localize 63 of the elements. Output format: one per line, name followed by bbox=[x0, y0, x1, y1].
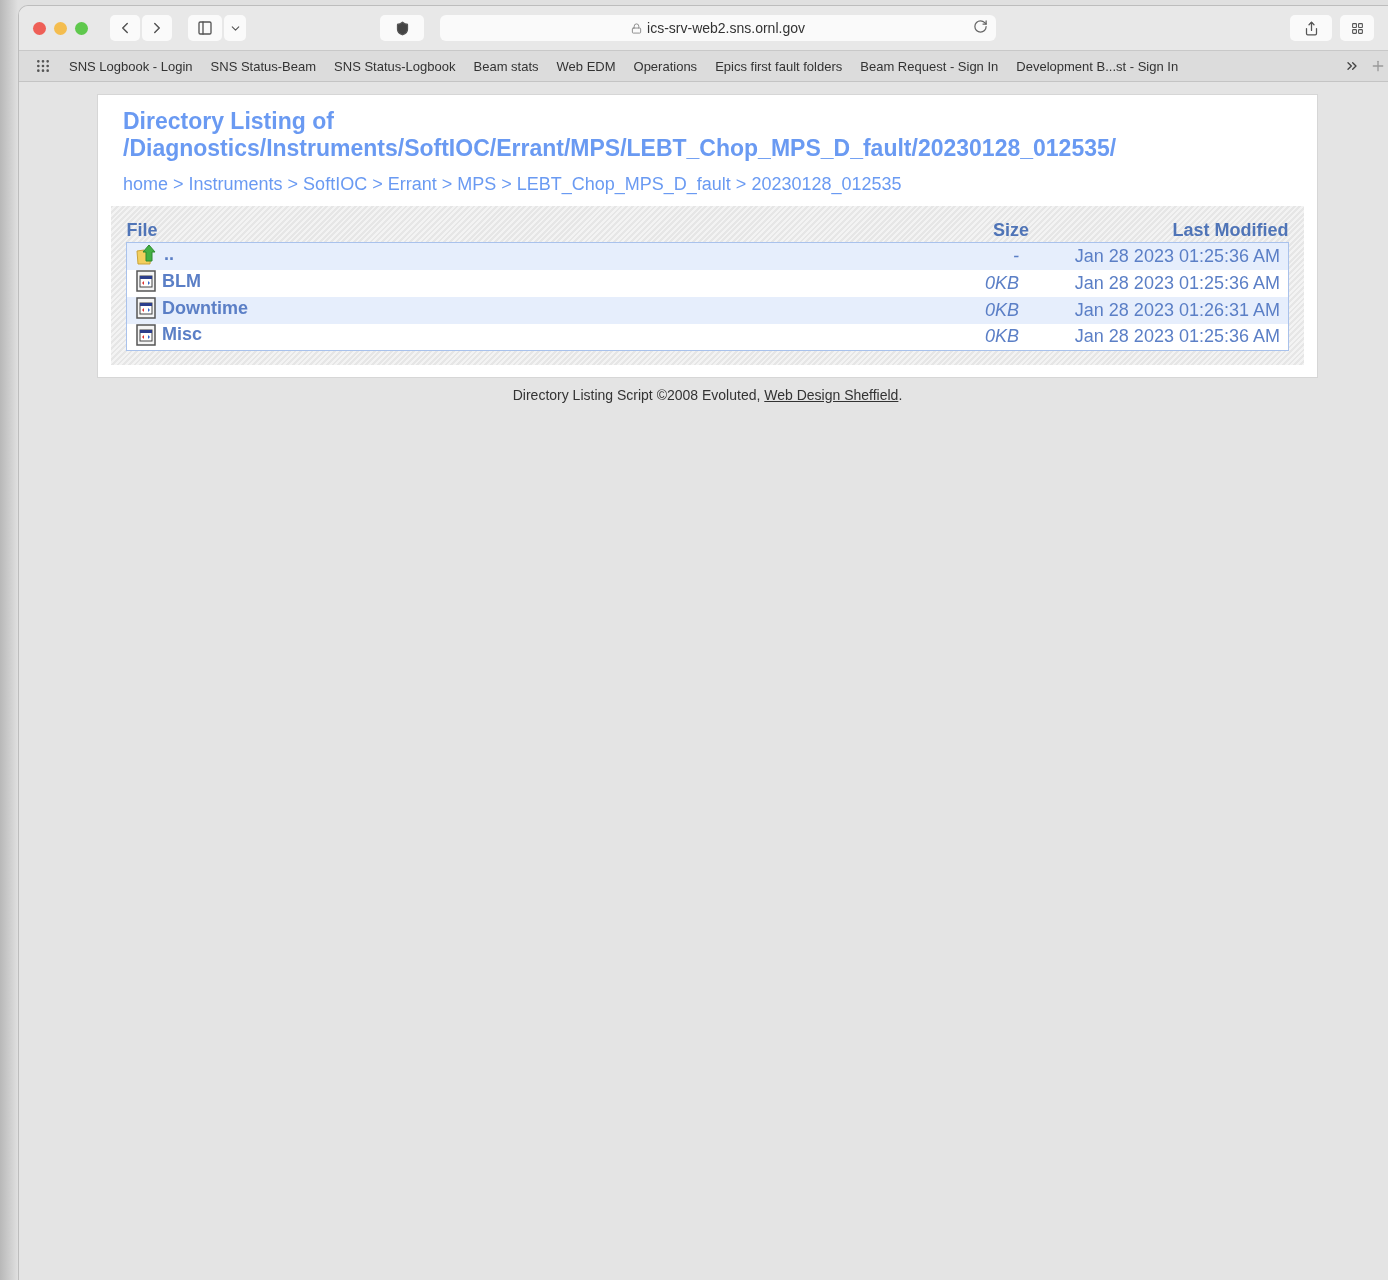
date-cell: Jan 28 2023 01:25:36 AM bbox=[1029, 242, 1289, 270]
breadcrumb-separator: > bbox=[287, 174, 299, 195]
address-bar[interactable]: ics-srv-web2.sns.ornl.gov bbox=[440, 15, 996, 41]
date-cell: Jan 28 2023 01:25:36 AM bbox=[1029, 323, 1289, 351]
column-header: Size bbox=[898, 220, 1029, 243]
bookmark-link[interactable]: Development B...st - Sign In bbox=[1016, 58, 1179, 74]
breadcrumb-separator: > bbox=[501, 174, 512, 195]
file-row[interactable]: Downtime 0KB Jan 28 2023 01:26:31 AM bbox=[126, 296, 1289, 324]
breadcrumb-link[interactable]: Instruments bbox=[188, 174, 283, 195]
share-icon bbox=[1303, 20, 1319, 36]
apps-grid-icon[interactable] bbox=[35, 58, 51, 74]
grid-icon bbox=[1350, 21, 1364, 35]
column-header: Last Modified bbox=[1029, 220, 1289, 243]
file-link[interactable]: Downtime bbox=[162, 297, 248, 319]
file-icon bbox=[136, 270, 156, 292]
bookmark-link[interactable]: SNS Logbook - Login bbox=[69, 58, 193, 74]
page-title: Directory Listing of /Diagnostics/Instruments/SoftIOC/Errant/MPS/LEBT_Chop_MPS_D_fault/20230128_012535/ bbox=[123, 108, 1118, 162]
breadcrumb-link[interactable]: 20230128_012535 bbox=[751, 174, 902, 195]
breadcrumb-link[interactable]: LEBT_Chop_MPS_D_fault bbox=[516, 174, 731, 195]
file-link[interactable]: .. bbox=[164, 243, 174, 265]
bookmark-link[interactable]: Beam Request - Sign In bbox=[860, 58, 999, 74]
bookmark-link[interactable]: Beam stats bbox=[473, 58, 539, 74]
date-cell: Jan 28 2023 01:25:36 AM bbox=[1029, 269, 1289, 297]
back-button[interactable] bbox=[110, 15, 140, 41]
breadcrumb-link[interactable]: Errant bbox=[387, 174, 437, 195]
bookmark-link[interactable]: Web EDM bbox=[556, 58, 616, 74]
file-row[interactable]: .. - Jan 28 2023 01:25:36 AM bbox=[126, 242, 1289, 270]
share-button[interactable] bbox=[1290, 15, 1332, 41]
bookmark-link[interactable]: SNS Status-Logbook bbox=[334, 58, 456, 74]
breadcrumb-separator: > bbox=[173, 174, 184, 195]
size-cell: 0KB bbox=[898, 323, 1029, 351]
file-row[interactable]: BLM 0KB Jan 28 2023 01:25:36 AM bbox=[126, 269, 1289, 297]
bookmark-link[interactable]: Epics first fault folders bbox=[715, 58, 843, 74]
breadcrumb-link[interactable]: SoftIOC bbox=[303, 174, 368, 195]
privacy-shield-button[interactable] bbox=[380, 15, 424, 41]
bookmark-link[interactable]: Operations bbox=[633, 58, 698, 74]
breadcrumb-link[interactable]: home bbox=[123, 174, 169, 195]
file-link[interactable]: BLM bbox=[162, 270, 201, 292]
breadcrumb-link[interactable]: MPS bbox=[457, 174, 497, 195]
breadcrumb-separator: > bbox=[441, 174, 453, 195]
size-cell: 0KB bbox=[898, 269, 1029, 297]
shield-icon bbox=[394, 20, 410, 36]
footer-text: Directory Listing Script ©2008 Evoluted, Web Design Sheffield. bbox=[511, 387, 904, 403]
date-cell: Jan 28 2023 01:26:31 AM bbox=[1029, 296, 1289, 324]
lock-icon bbox=[631, 22, 643, 34]
column-header: File bbox=[126, 220, 898, 243]
file-link[interactable]: Misc bbox=[162, 324, 203, 346]
breadcrumb-separator: > bbox=[372, 174, 383, 195]
reload-icon[interactable] bbox=[973, 19, 988, 34]
forward-button[interactable] bbox=[142, 15, 172, 41]
file-icon bbox=[136, 323, 156, 346]
size-cell: 0KB bbox=[898, 296, 1029, 324]
bookmark-link[interactable]: SNS Status-Beam bbox=[210, 58, 317, 74]
sidebar-icon bbox=[197, 20, 213, 36]
close-window-button[interactable] bbox=[33, 21, 46, 35]
tab-overview-button[interactable] bbox=[1340, 15, 1374, 41]
file-row[interactable]: Misc 0KB Jan 28 2023 01:25:36 AM bbox=[126, 323, 1289, 351]
folder-up-arrow-icon bbox=[136, 243, 158, 266]
sidebar-button[interactable] bbox=[188, 15, 222, 41]
file-icon bbox=[136, 297, 156, 319]
size-cell: - bbox=[898, 242, 1029, 270]
sidebar-menu-button[interactable] bbox=[224, 15, 246, 41]
breadcrumb-separator: > bbox=[735, 174, 747, 195]
